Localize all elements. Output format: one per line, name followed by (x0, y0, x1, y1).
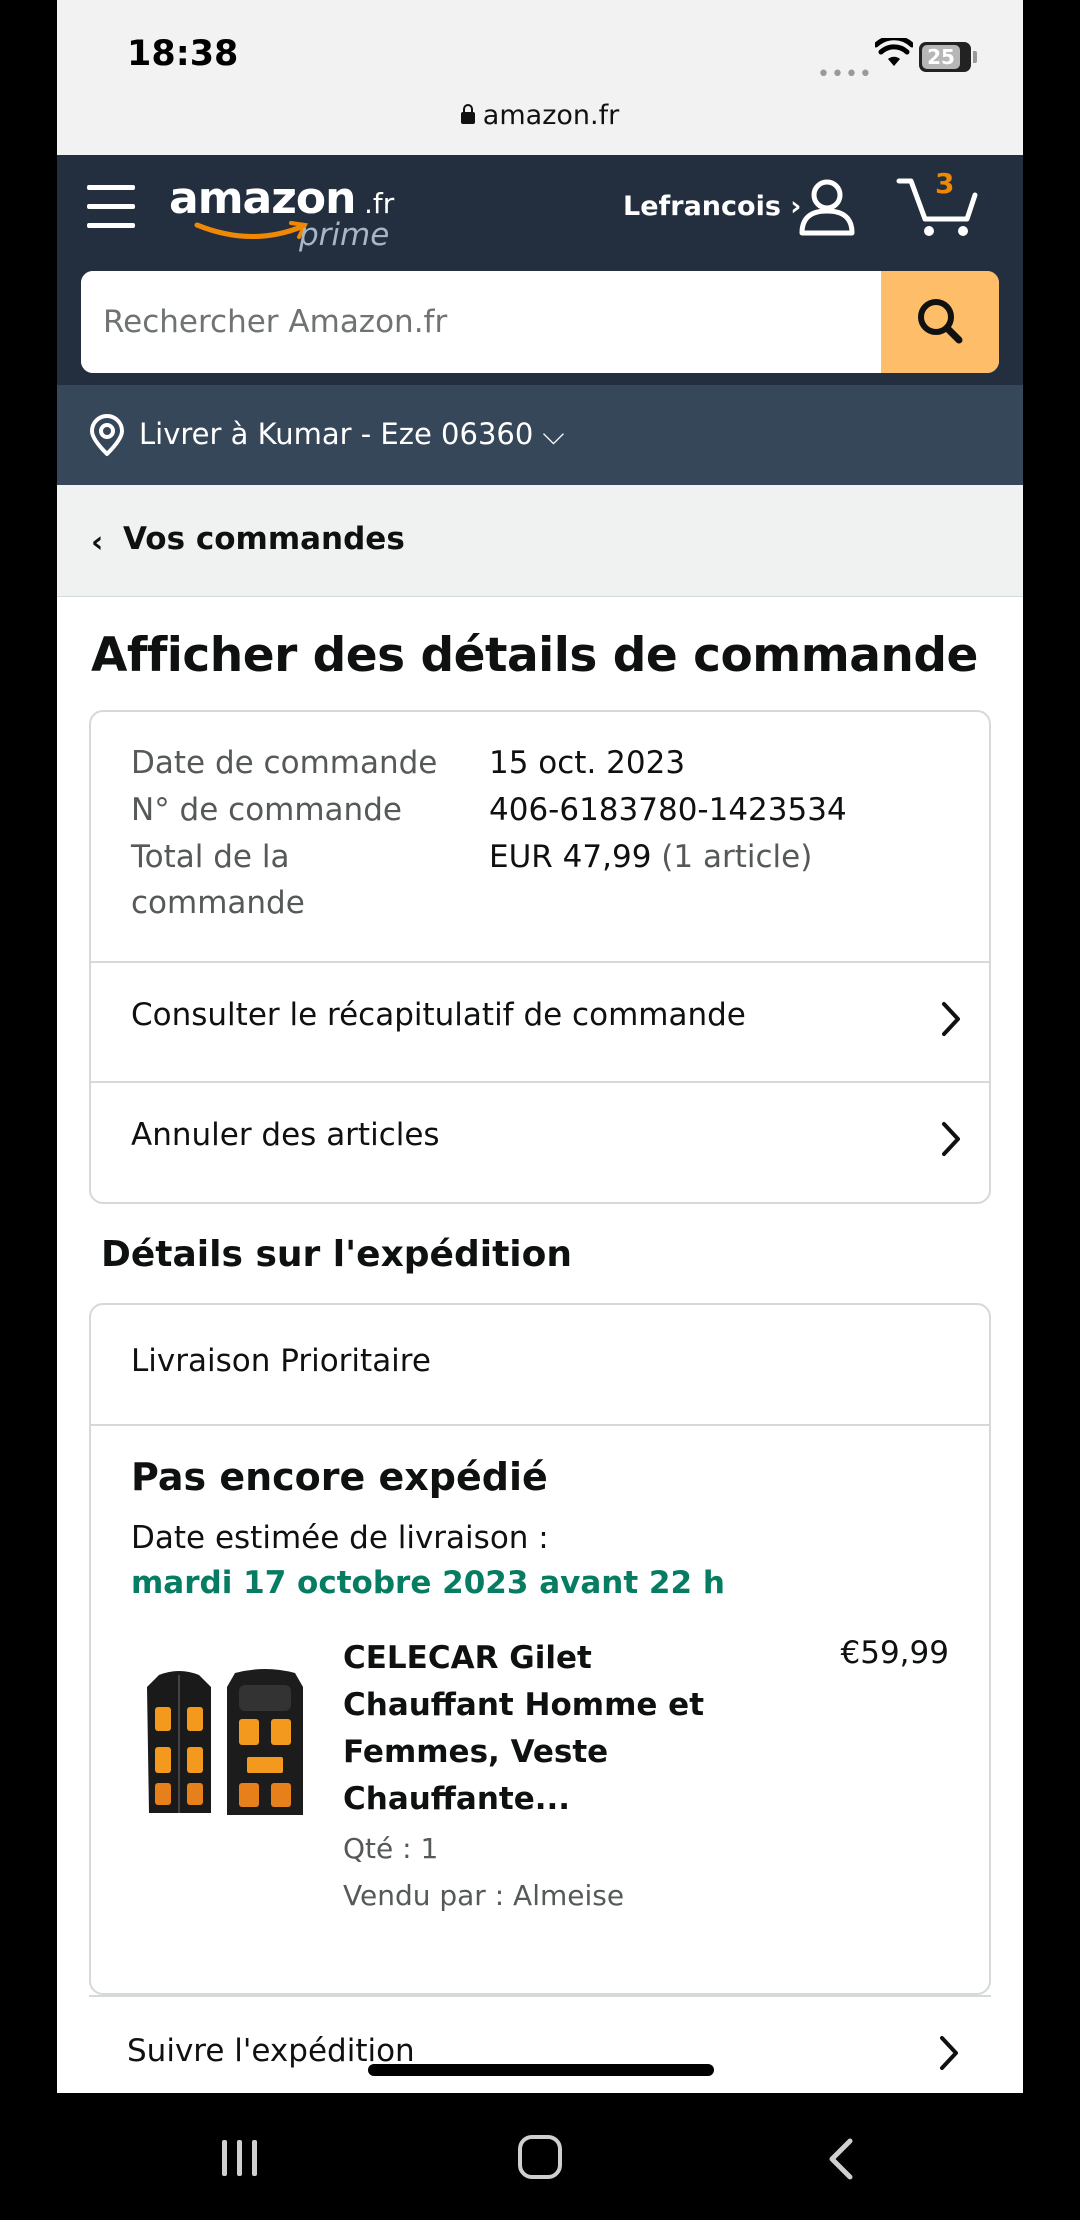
amazon-logo[interactable]: amazon .fr prime (169, 173, 399, 263)
search-bar (81, 271, 999, 373)
order-total-label-line2: commande (131, 885, 305, 921)
search-icon (918, 299, 963, 344)
browser-screen: 18:38 •••• 25 amazon.fr amazon .fr prime (57, 0, 1023, 2093)
cancel-items-row[interactable]: Annuler des articles (91, 1081, 989, 1202)
order-total-items: (1 article) (661, 839, 813, 875)
chevron-right-icon (942, 1122, 960, 1156)
cart-count-badge: 3 (935, 167, 955, 200)
menu-icon[interactable] (87, 183, 137, 231)
url-text: amazon.fr (482, 100, 620, 131)
search-button[interactable] (881, 271, 999, 373)
logo-prime: prime (299, 217, 390, 253)
status-bar: 18:38 •••• 25 amazon.fr (57, 0, 1023, 155)
battery-icon: 25 (919, 42, 971, 72)
order-total-amount: EUR 47,99 (489, 839, 652, 875)
location-pin-icon (90, 414, 124, 456)
shipping-type: Livraison Prioritaire (131, 1343, 431, 1379)
clock: 18:38 (127, 34, 239, 74)
shipment-card: Livraison Prioritaire Pas encore expédié… (89, 1303, 991, 1995)
address-bar[interactable]: amazon.fr (57, 100, 1023, 131)
product-image[interactable] (139, 1665, 309, 1820)
chevron-right-icon (942, 1002, 960, 1036)
product-price: €59,99 (840, 1635, 949, 1671)
product-title[interactable]: CELECAR Gilet Chauffant Homme et Femmes,… (343, 1635, 723, 1823)
order-number-value: 406-6183780-1423534 (489, 792, 847, 828)
lock-icon (460, 104, 475, 124)
battery-level: 25 (922, 45, 960, 69)
product-seller: Vendu par : Almeise (343, 1879, 625, 1912)
breadcrumb[interactable]: ‹ Vos commandes (57, 485, 1023, 597)
estimated-delivery-label: Date estimée de livraison : (131, 1520, 549, 1556)
android-nav-bar (0, 2093, 1080, 2220)
order-summary-card: Date de commande 15 oct. 2023 N° de comm… (89, 710, 991, 1204)
view-summary-row[interactable]: Consulter le récapitulatif de commande (91, 961, 989, 1081)
chevron-left-icon: ‹ (91, 525, 104, 560)
signal-icon: •••• (817, 62, 873, 87)
order-date-value: 15 oct. 2023 (489, 745, 686, 781)
track-shipment-row[interactable]: Suivre l'expédition (89, 1995, 991, 2093)
battery-tip (973, 51, 977, 63)
order-number-label: N° de commande (131, 792, 402, 828)
estimated-delivery-date: mardi 17 octobre 2023 avant 22 h (131, 1565, 725, 1601)
delivery-location-text: Livrer à Kumar - Eze 06360 ⌵ (139, 417, 565, 451)
recent-apps-icon[interactable] (218, 2138, 262, 2178)
delivery-location-bar[interactable]: Livrer à Kumar - Eze 06360 ⌵ (57, 385, 1023, 485)
divider (91, 1424, 989, 1426)
shipment-status: Pas encore expédié (131, 1455, 548, 1499)
product-quantity: Qté : 1 (343, 1832, 439, 1865)
logo-tld: .fr (364, 187, 395, 220)
cancel-items-label: Annuler des articles (131, 1117, 440, 1153)
account-link[interactable]: Lefrancois › (623, 191, 801, 222)
home-button-icon[interactable] (518, 2135, 562, 2179)
order-date-label: Date de commande (131, 745, 438, 781)
wifi-icon (875, 38, 913, 66)
order-total-value: EUR 47,99 (1 article) (489, 834, 812, 880)
page-title: Afficher des détails de commande (91, 628, 978, 683)
home-indicator[interactable] (368, 2064, 714, 2076)
search-input[interactable] (81, 271, 881, 373)
site-header: amazon .fr prime Lefrancois › 3 (57, 155, 1023, 385)
view-summary-label: Consulter le récapitulatif de commande (131, 997, 746, 1033)
shipment-section-title: Détails sur l'expédition (101, 1234, 572, 1275)
chevron-right-icon (940, 2036, 958, 2070)
order-total-label-line1: Total de la (131, 839, 290, 875)
breadcrumb-orders[interactable]: Vos commandes (123, 521, 405, 557)
user-icon[interactable] (797, 175, 857, 239)
back-icon[interactable] (826, 2137, 856, 2181)
smile-arrow-icon (194, 221, 309, 240)
